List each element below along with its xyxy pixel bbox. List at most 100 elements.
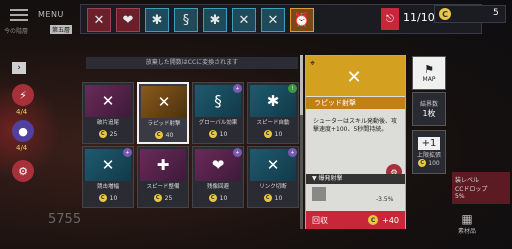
floor-label: 結界数	[419, 101, 438, 108]
target-icon: ⌖	[310, 59, 316, 69]
cross-skill-icon[interactable]: ✕	[232, 8, 256, 32]
scrollbar-thumb[interactable]	[300, 55, 303, 115]
coin-icon: C	[439, 8, 451, 20]
menu-icon	[10, 9, 28, 21]
skill-card[interactable]: ✕ + リンク切断 C 10	[247, 146, 299, 208]
equipped-skills-bar: ✕ ❤ ✱ § ✱ ✕ ✕ ⏰ ⎋ 11/10	[80, 4, 482, 34]
gear-skill-icon[interactable]: ✱	[145, 8, 169, 32]
limit-expand-button[interactable]: +1 上限拡張 C 100	[412, 130, 446, 174]
panel-header: 放棄した開数はCCに変換されます	[86, 57, 298, 69]
coin-icon: C	[98, 194, 107, 202]
menu-button[interactable]: MENU 今の階層 第五層	[4, 6, 74, 36]
price-value: 25	[164, 194, 173, 202]
bag-icon: ▦	[461, 212, 473, 226]
coin-counter: C 5	[434, 5, 506, 23]
price-value: 10	[219, 130, 228, 138]
gear-skill-icon[interactable]: ✱	[203, 8, 227, 32]
coin-icon: C	[154, 131, 163, 139]
sub-skill-icon	[312, 187, 326, 201]
coin-icon: C	[98, 130, 107, 138]
skill-card[interactable]: ✚ スピード整備 C 25	[137, 146, 189, 208]
skill-card-label: リンク切断	[259, 184, 287, 190]
price-value: 10	[109, 194, 118, 202]
badge-icon: !	[288, 84, 297, 93]
skill-card-label: 残像回避	[206, 184, 229, 190]
skill-card-price: C 10	[193, 130, 243, 138]
price-value: 10	[219, 194, 228, 202]
detail-header: ⌖ ✕	[306, 56, 405, 96]
swirl-skill-icon[interactable]: §	[174, 8, 198, 32]
skill-card-price: C 10	[248, 194, 298, 202]
floor-value: 1枚	[422, 109, 436, 118]
price-value: 10	[274, 130, 283, 138]
return-label: 回収	[312, 215, 328, 225]
rapid-shot-icon[interactable]: ⚡	[12, 84, 34, 106]
skill-art-icon: ✚	[140, 149, 186, 181]
return-button[interactable]: 回収 C +40	[306, 211, 405, 229]
plus-one-icon: +1	[417, 137, 441, 150]
coin-icon: C	[208, 130, 217, 138]
badge-icon: +	[233, 148, 242, 157]
coin-icon: C	[368, 215, 379, 225]
status-line3: 5%	[455, 193, 465, 200]
current-floor-badge: 第五層	[50, 25, 73, 34]
skill-card-label: グローバル効果	[198, 120, 238, 126]
skill-card[interactable]: ✕ ラピッド射撃 C 40	[137, 82, 189, 144]
coin-icon: C	[153, 194, 162, 202]
alarm-skill-icon[interactable]: ⏰	[290, 8, 314, 32]
bag-label: 素材品	[457, 228, 476, 235]
skill-count: 11/10	[403, 11, 435, 24]
detail-name: ラピッド射撃	[306, 97, 405, 109]
badge-icon: +	[288, 148, 297, 157]
skill-art-icon: ✕	[85, 85, 131, 117]
badge-icon: +	[233, 84, 242, 93]
limit-value: 100	[428, 159, 440, 167]
skill-card-price: C 10	[248, 130, 298, 138]
skill-card[interactable]: ✕ + 競击増幅 C 10	[82, 146, 134, 208]
blade-skill-icon[interactable]: ✕	[261, 8, 285, 32]
skill-card[interactable]: ✱! スピード自動 C 10	[247, 82, 299, 144]
coin-icon: C	[208, 194, 217, 202]
bag-button[interactable]: ▦ 素材品	[452, 212, 482, 242]
orbs-icon[interactable]: ●	[12, 120, 34, 142]
skill-card[interactable]: § + グローバル効果 C 10	[192, 82, 244, 144]
status-box: 装レベル CCドロップ 5%	[452, 172, 510, 204]
coin-icon: C	[263, 130, 272, 138]
coin-value: 5	[493, 8, 499, 18]
limit-label: 上限拡張	[416, 152, 441, 159]
current-floor-label: 今の階層	[4, 28, 29, 35]
rapid-shot-icon: ✕	[346, 66, 362, 88]
skill-card-label: ラピッド射撃	[147, 121, 181, 127]
skill-card-label: 競击増幅	[96, 184, 119, 190]
coin-icon: C	[263, 194, 272, 202]
expand-button[interactable]: ›	[12, 62, 26, 74]
skill-detail-panel: ⌖ ✕ ラピッド射撃 シューターはスキル発動後、攻撃速度+100、5秒間持続。 …	[305, 55, 406, 229]
map-pin-icon: ⚑	[424, 63, 434, 76]
skill-art-icon: ✕	[141, 86, 187, 118]
skill-card-price: C 25	[138, 194, 188, 202]
price-value: 25	[109, 130, 118, 138]
skill-card-price: C 10	[83, 194, 133, 202]
skill-card-label: 破片追尾	[96, 120, 119, 126]
exit-icon[interactable]: ⎋	[381, 8, 399, 30]
detail-description: シューターはスキル発動後、攻撃速度+100、5秒間持続。	[313, 118, 398, 133]
skill-card-price: C 40	[139, 131, 189, 139]
gear-icon[interactable]: ⚙	[12, 160, 34, 182]
background-number: 5755	[48, 212, 82, 227]
price-value: 40	[165, 131, 174, 139]
left-count-2: 4/4	[16, 144, 28, 152]
skill-card-label: スピード自動	[256, 120, 290, 126]
badge-icon: +	[123, 148, 132, 157]
map-label: MAP	[422, 76, 436, 83]
floor-count: 結界数 1枚	[412, 92, 446, 126]
skill-card[interactable]: ❤ + 残像回避 C 10	[192, 146, 244, 208]
price-value: 10	[274, 194, 283, 202]
heart-icon[interactable]: ❤	[116, 8, 140, 32]
map-button[interactable]: ⚑ MAP	[412, 56, 446, 90]
menu-label: MENU	[38, 10, 64, 19]
rapid-shot-icon[interactable]: ✕	[87, 8, 111, 32]
skill-card-label: スピード整備	[146, 184, 180, 190]
skill-card[interactable]: ✕ 破片追尾 C 25	[82, 82, 134, 144]
status-line1: 装レベル	[455, 177, 480, 184]
coin-icon: C	[418, 159, 427, 167]
